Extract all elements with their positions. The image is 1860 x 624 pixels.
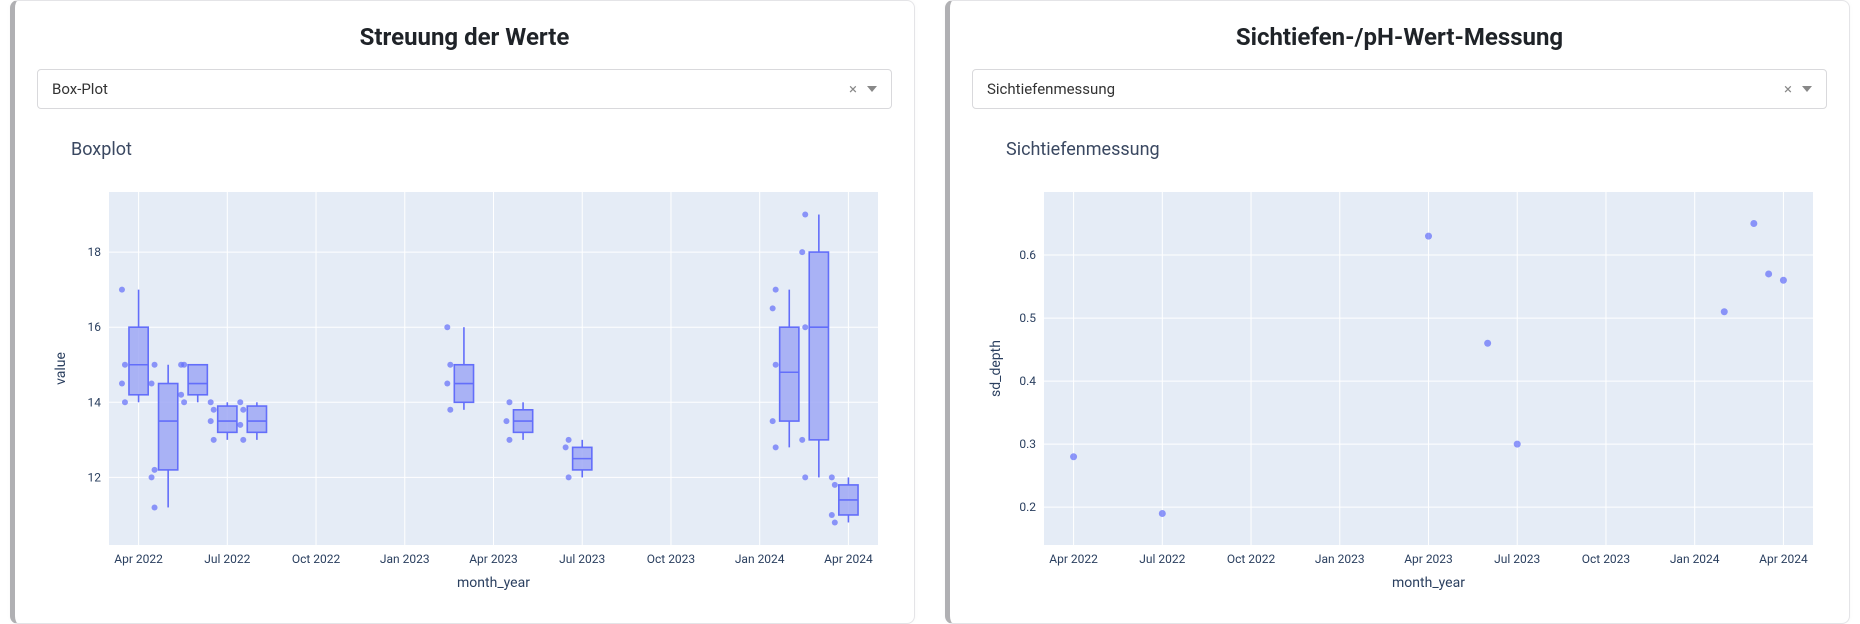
svg-text:Oct 2023: Oct 2023 <box>1582 552 1630 566</box>
svg-text:Jan 2024: Jan 2024 <box>1670 552 1720 566</box>
svg-text:0.3: 0.3 <box>1019 437 1036 451</box>
svg-text:month_year: month_year <box>1392 575 1465 591</box>
svg-text:16: 16 <box>88 320 102 334</box>
svg-text:Oct 2023: Oct 2023 <box>647 552 695 566</box>
svg-text:18: 18 <box>88 245 102 259</box>
svg-text:Apr 2023: Apr 2023 <box>469 552 518 566</box>
select-value-right: Sichtiefenmessung <box>987 80 1784 98</box>
select-measurement-type[interactable]: Sichtiefenmessung × <box>972 69 1827 109</box>
boxplot-chart[interactable]: 12 14 16 18 Apr 2022 Jul 2022 Oct 2022 Jan 2023… <box>37 166 892 601</box>
svg-text:Apr 2022: Apr 2022 <box>114 552 163 566</box>
svg-text:Oct 2022: Oct 2022 <box>1227 552 1276 566</box>
svg-text:Jan 2023: Jan 2023 <box>1315 552 1365 566</box>
svg-text:sd_depth: sd_depth <box>988 340 1004 397</box>
select-plot-type[interactable]: Box-Plot × <box>37 69 892 109</box>
select-value-left: Box-Plot <box>52 80 849 98</box>
chart-title-left: Boxplot <box>71 139 892 160</box>
svg-text:Jan 2024: Jan 2024 <box>735 552 785 566</box>
svg-text:Jan 2023: Jan 2023 <box>380 552 430 566</box>
svg-text:Oct 2022: Oct 2022 <box>292 552 341 566</box>
svg-text:month_year: month_year <box>457 575 530 591</box>
svg-text:0.4: 0.4 <box>1019 374 1036 388</box>
svg-text:value: value <box>53 352 69 385</box>
svg-text:Apr 2024: Apr 2024 <box>824 552 873 566</box>
svg-text:Apr 2024: Apr 2024 <box>1759 552 1808 566</box>
chevron-down-icon[interactable] <box>867 86 877 92</box>
svg-text:Jul 2022: Jul 2022 <box>204 552 250 566</box>
svg-text:0.5: 0.5 <box>1019 311 1036 325</box>
svg-text:0.6: 0.6 <box>1019 248 1036 262</box>
card-boxplot: Streuung der Werte Box-Plot × Boxplot 12… <box>10 0 915 624</box>
svg-text:0.2: 0.2 <box>1019 500 1036 514</box>
card-title-right: Sichtiefen-/pH-Wert-Messung <box>972 23 1827 51</box>
chart-title-right: Sichtiefenmessung <box>1006 139 1827 160</box>
svg-text:Apr 2023: Apr 2023 <box>1404 552 1453 566</box>
clear-icon[interactable]: × <box>849 82 857 97</box>
card-scatter: Sichtiefen-/pH-Wert-Messung Sichtiefenme… <box>945 0 1850 624</box>
card-title-left: Streuung der Werte <box>37 23 892 51</box>
svg-text:14: 14 <box>88 395 102 409</box>
scatter-chart[interactable]: 0.2 0.3 0.4 0.5 0.6 Apr 2022 Jul 2022 Oct 2022 J… <box>972 166 1827 601</box>
svg-text:Jul 2023: Jul 2023 <box>559 552 605 566</box>
svg-text:Jul 2022: Jul 2022 <box>1139 552 1185 566</box>
svg-text:Apr 2022: Apr 2022 <box>1049 552 1098 566</box>
chevron-down-icon[interactable] <box>1802 86 1812 92</box>
svg-text:Jul 2023: Jul 2023 <box>1494 552 1540 566</box>
svg-text:12: 12 <box>88 470 102 484</box>
clear-icon[interactable]: × <box>1784 82 1792 97</box>
